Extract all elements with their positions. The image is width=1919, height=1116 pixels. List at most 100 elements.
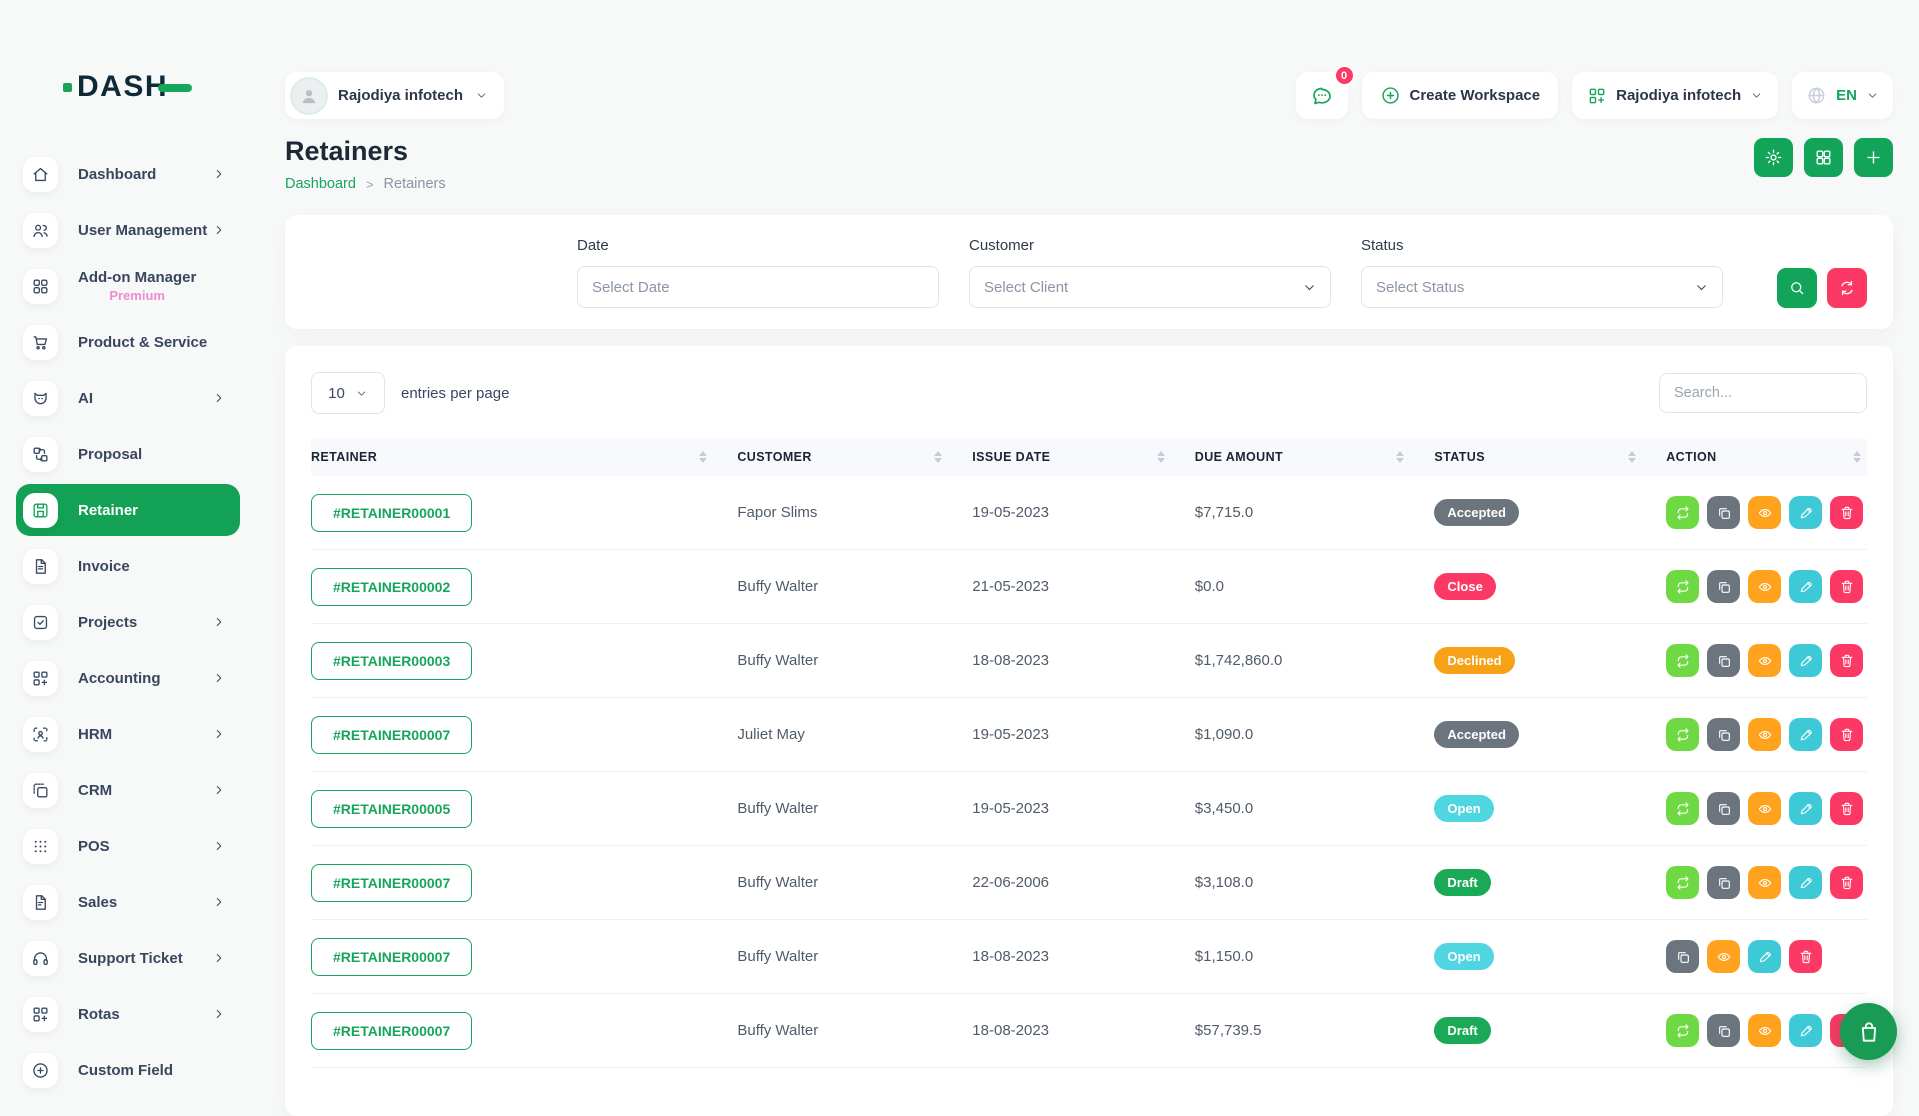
sidebar-item-custom-field[interactable]: Custom Field [0, 1044, 262, 1096]
delete-button[interactable] [1830, 718, 1863, 751]
messages-button[interactable]: 0 [1296, 72, 1348, 119]
table-header: RETAINERCUSTOMERISSUE DATEDUE AMOUNTSTAT… [311, 438, 1867, 476]
language-selector[interactable]: EN [1792, 72, 1893, 119]
edit-button[interactable] [1789, 570, 1822, 603]
sidebar-item-proposal[interactable]: Proposal [0, 428, 262, 480]
add-retainer-button[interactable] [1854, 138, 1893, 177]
entries-per-page-select[interactable]: 10 [311, 372, 385, 414]
view-button[interactable] [1748, 718, 1781, 751]
retainer-number-link[interactable]: #RETAINER00007 [311, 716, 472, 754]
retainer-number-link[interactable]: #RETAINER00005 [311, 790, 472, 828]
retainer-number-link[interactable]: #RETAINER00002 [311, 568, 472, 606]
actions-cell [1666, 496, 1867, 529]
sidebar-item-label: Retainer [78, 502, 138, 519]
duplicate-button[interactable] [1707, 644, 1740, 677]
workspace-selector[interactable]: Rajodiya infotech [285, 72, 504, 119]
delete-button[interactable] [1830, 570, 1863, 603]
sidebar-item-ai[interactable]: AI [0, 372, 262, 424]
due-amount-cell: $1,090.0 [1195, 726, 1435, 743]
table-row: #RETAINER00005Buffy Walter19-05-2023$3,4… [311, 772, 1867, 846]
sidebar-item-hrm[interactable]: HRM [0, 708, 262, 760]
sidebar-item-rotas[interactable]: Rotas [0, 988, 262, 1040]
column-header-retainer[interactable]: RETAINER [311, 450, 737, 464]
delete-button[interactable] [1830, 866, 1863, 899]
view-button[interactable] [1748, 496, 1781, 529]
duplicate-button[interactable] [1707, 792, 1740, 825]
duplicate-button[interactable] [1707, 866, 1740, 899]
edit-button[interactable] [1748, 940, 1781, 973]
sidebar-item-user-management[interactable]: User Management [0, 204, 262, 256]
delete-button[interactable] [1830, 496, 1863, 529]
sidebar-item-product-service[interactable]: Product & Service [0, 316, 262, 368]
sidebar-item-add-on-manager[interactable]: Add-on ManagerPremium [0, 260, 262, 312]
edit-button[interactable] [1789, 496, 1822, 529]
column-header-due-amount[interactable]: DUE AMOUNT [1195, 450, 1435, 464]
delete-button[interactable] [1830, 792, 1863, 825]
duplicate-button[interactable] [1666, 940, 1699, 973]
status-select[interactable]: Select Status [1361, 266, 1723, 308]
view-button[interactable] [1748, 644, 1781, 677]
sidebar-item-pos[interactable]: POS [0, 820, 262, 872]
edit-button[interactable] [1789, 718, 1822, 751]
sidebar-item-retainer[interactable]: Retainer [16, 484, 240, 536]
edit-button[interactable] [1789, 866, 1822, 899]
sort-icon[interactable] [699, 451, 707, 463]
duplicate-button[interactable] [1707, 1014, 1740, 1047]
create-workspace-button[interactable]: Create Workspace [1362, 72, 1559, 119]
sidebar-item-dashboard[interactable]: Dashboard [0, 148, 262, 200]
grid-view-button[interactable] [1804, 138, 1843, 177]
sort-icon[interactable] [1157, 451, 1165, 463]
duplicate-button[interactable] [1707, 718, 1740, 751]
sidebar-item-support-ticket[interactable]: Support Ticket [0, 932, 262, 984]
edit-button[interactable] [1789, 792, 1822, 825]
table-search-input[interactable] [1659, 373, 1867, 413]
view-button[interactable] [1748, 792, 1781, 825]
company-selector[interactable]: Rajodiya infotech [1572, 72, 1778, 119]
retainer-number-link[interactable]: #RETAINER00001 [311, 494, 472, 532]
convert-button[interactable] [1666, 644, 1699, 677]
date-input[interactable] [577, 266, 939, 308]
invoice-icon [23, 549, 58, 584]
retainer-number-link[interactable]: #RETAINER00003 [311, 642, 472, 680]
settings-button[interactable] [1754, 138, 1793, 177]
sort-icon[interactable] [1396, 451, 1404, 463]
sort-icon[interactable] [1628, 451, 1636, 463]
duplicate-button[interactable] [1707, 496, 1740, 529]
edit-button[interactable] [1789, 644, 1822, 677]
column-header-customer[interactable]: CUSTOMER [737, 450, 972, 464]
sidebar-item-sales[interactable]: Sales [0, 876, 262, 928]
delete-button[interactable] [1830, 644, 1863, 677]
convert-button[interactable] [1666, 866, 1699, 899]
column-header-issue-date[interactable]: ISSUE DATE [972, 450, 1195, 464]
retainer-number-link[interactable]: #RETAINER00007 [311, 1012, 472, 1050]
edit-button[interactable] [1789, 1014, 1822, 1047]
home-icon [23, 157, 58, 192]
convert-button[interactable] [1666, 792, 1699, 825]
apply-filter-button[interactable] [1777, 268, 1817, 308]
column-header-status[interactable]: STATUS [1434, 450, 1666, 464]
sidebar-item-invoice[interactable]: Invoice [0, 540, 262, 592]
sort-icon[interactable] [1853, 451, 1861, 463]
sidebar-item-projects[interactable]: Projects [0, 596, 262, 648]
sidebar-item-crm[interactable]: CRM [0, 764, 262, 816]
convert-button[interactable] [1666, 496, 1699, 529]
customer-select[interactable]: Select Client [969, 266, 1331, 308]
breadcrumb-dashboard-link[interactable]: Dashboard [285, 176, 356, 192]
convert-button[interactable] [1666, 1014, 1699, 1047]
column-header-action[interactable]: ACTION [1666, 450, 1867, 464]
view-button[interactable] [1748, 570, 1781, 603]
view-button[interactable] [1707, 940, 1740, 973]
delete-button[interactable] [1789, 940, 1822, 973]
convert-button[interactable] [1666, 718, 1699, 751]
view-button[interactable] [1748, 1014, 1781, 1047]
retainer-number-link[interactable]: #RETAINER00007 [311, 864, 472, 902]
convert-button[interactable] [1666, 570, 1699, 603]
store-fab-button[interactable] [1840, 1003, 1897, 1060]
duplicate-button[interactable] [1707, 570, 1740, 603]
reset-filter-button[interactable] [1827, 268, 1867, 308]
sort-icon[interactable] [934, 451, 942, 463]
view-button[interactable] [1748, 866, 1781, 899]
retainer-number-link[interactable]: #RETAINER00007 [311, 938, 472, 976]
chevron-down-icon [1866, 89, 1879, 102]
sidebar-item-accounting[interactable]: Accounting [0, 652, 262, 704]
